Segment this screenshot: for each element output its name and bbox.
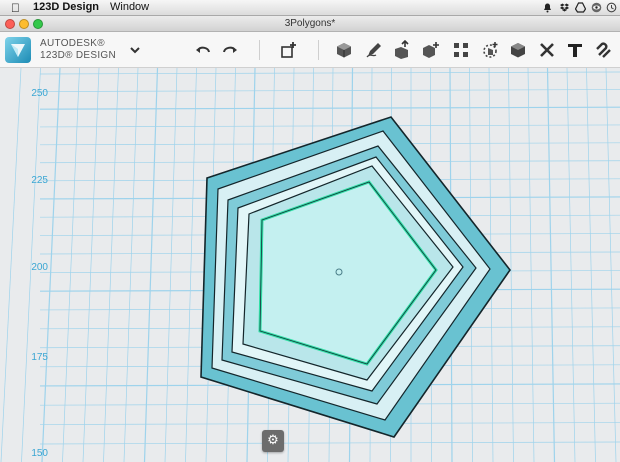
grid-line — [185, 68, 197, 462]
text-button[interactable] — [565, 40, 585, 60]
grid-line — [143, 68, 159, 462]
construct-button[interactable] — [393, 40, 413, 60]
app-logo-icon[interactable] — [5, 37, 31, 63]
undo-icon — [196, 46, 210, 53]
menu-window[interactable]: Window — [110, 1, 149, 13]
grid-line — [39, 422, 620, 425]
grid-line — [546, 68, 556, 462]
menu-app-name[interactable]: 123D Design — [33, 1, 99, 13]
workplane-grid[interactable] — [0, 68, 620, 462]
grid-line — [103, 68, 119, 462]
group-icon — [483, 42, 498, 58]
axis-label: 250 — [31, 88, 48, 99]
grid-line — [123, 68, 139, 462]
combine-icon — [511, 43, 525, 58]
grid-line — [566, 68, 576, 462]
cube-icon — [337, 43, 351, 58]
toolbar-separator — [318, 40, 319, 60]
grid-line — [527, 68, 535, 462]
dropbox-icon[interactable] — [559, 2, 570, 13]
toolbar: AUTODESK® 123D® DESIGN — [0, 32, 620, 68]
grid-line — [164, 68, 178, 462]
undo-button[interactable] — [193, 40, 213, 60]
grid-icon — [454, 43, 468, 57]
axis-label: 200 — [31, 262, 48, 273]
canvas-viewport[interactable] — [0, 68, 620, 462]
box-plus-icon — [281, 42, 296, 58]
grid-line — [39, 89, 620, 92]
grid-line — [586, 68, 596, 462]
eye-icon[interactable] — [591, 2, 602, 13]
grid-line — [39, 441, 620, 445]
group-button[interactable] — [480, 40, 500, 60]
axis-label: 225 — [31, 175, 48, 186]
view-settings-button[interactable]: ⚙ — [262, 430, 284, 452]
document-title: 3Polygons* — [284, 18, 336, 29]
window-title-bar: 3Polygons* — [0, 16, 620, 32]
redo-icon — [223, 46, 237, 53]
notification-icon[interactable] — [542, 2, 553, 13]
text-icon — [568, 44, 582, 57]
brand-product: 123D® DESIGN — [40, 50, 116, 61]
snap-button[interactable] — [594, 40, 614, 60]
pattern-button[interactable] — [451, 40, 471, 60]
chevron-down-icon[interactable] — [128, 43, 142, 57]
import-button[interactable] — [279, 40, 299, 60]
cube-arrow-icon — [395, 40, 409, 59]
magnet-icon — [596, 42, 611, 58]
grid-line — [508, 68, 514, 462]
sketch-button[interactable] — [364, 40, 384, 60]
combine-button[interactable] — [508, 40, 528, 60]
measure-icon — [540, 43, 554, 57]
time-machine-icon[interactable] — [606, 2, 617, 13]
primitives-button[interactable] — [334, 40, 354, 60]
apple-logo-icon[interactable]:  — [11, 1, 20, 15]
cube-edit-icon — [423, 42, 439, 58]
grid-line — [39, 106, 620, 110]
measure-button[interactable] — [537, 40, 557, 60]
axis-label: 175 — [31, 352, 48, 363]
grid-line — [39, 124, 620, 128]
modify-button[interactable] — [421, 40, 441, 60]
redo-button[interactable] — [220, 40, 240, 60]
grid-line — [39, 71, 620, 75]
toolbar-separator — [259, 40, 260, 60]
gear-icon: ⚙ — [267, 432, 279, 447]
menu-bar:  123D Design Window — [0, 0, 620, 16]
drive-icon[interactable] — [575, 2, 586, 13]
brand-autodesk: AUTODESK® — [40, 38, 105, 49]
axis-label: 150 — [31, 448, 48, 459]
pencil-icon — [366, 43, 381, 58]
